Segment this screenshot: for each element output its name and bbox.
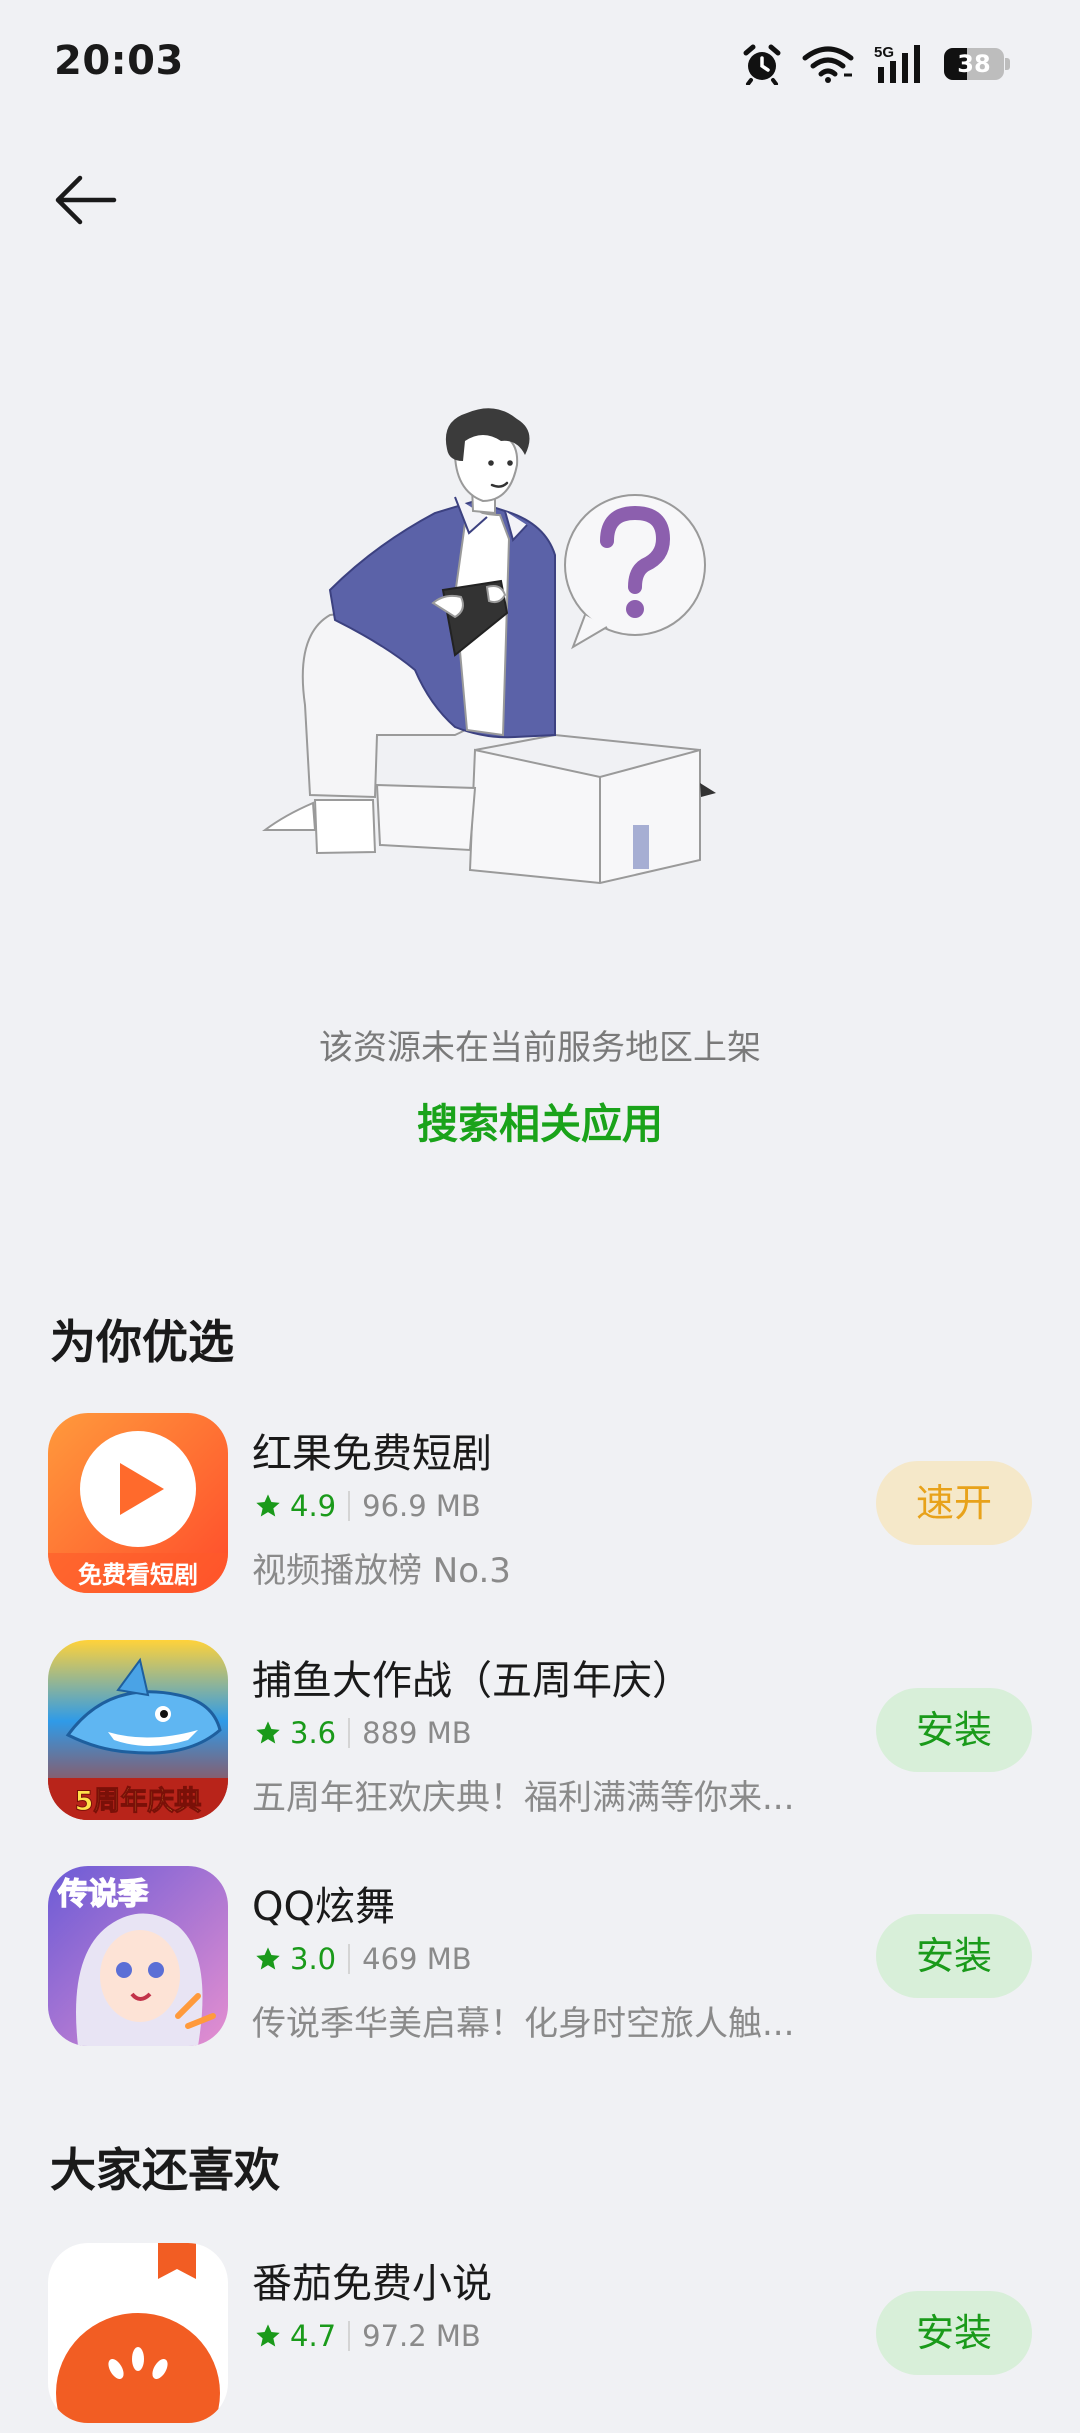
app-meta: 3.0 469 MB — [254, 1942, 472, 1976]
app-item-qq-dance[interactable]: 传说季 QQ炫舞 3.0 469 MB 传说季华美启幕！化身时空旅人触... 安… — [0, 1866, 1080, 2056]
app-icon-text: 免费看短剧 — [78, 1561, 198, 1589]
app-name: 红果免费短剧 — [252, 1431, 492, 1477]
app-name: 番茄免费小说 — [252, 2261, 492, 2307]
empty-state-illustration — [255, 405, 815, 905]
app-icon-hongguo[interactable]: 免费看短剧 — [48, 1413, 228, 1593]
network-type: 5G — [874, 44, 894, 61]
meta-divider — [348, 2321, 351, 2351]
app-icon-fishing[interactable]: 5周年庆典 — [48, 1640, 228, 1820]
app-description: 视频播放榜 No.3 — [252, 1551, 511, 1591]
battery-icon: 38 — [944, 48, 1010, 80]
app-description: 传说季华美启幕！化身时空旅人触... — [252, 2004, 795, 2044]
battery-level: 38 — [957, 50, 991, 78]
app-item-fishing[interactable]: 5周年庆典 捕鱼大作战（五周年庆） 3.6 889 MB 五周年狂欢庆典！福利满… — [0, 1640, 1080, 1830]
app-meta: 4.7 97.2 MB — [254, 2319, 481, 2353]
app-item-hongguo[interactable]: 免费看短剧 红果免费短剧 4.9 96.9 MB 视频播放榜 No.3 速开 — [0, 1413, 1080, 1603]
back-arrow-icon — [55, 175, 117, 225]
status-icons: 5G 38 — [742, 40, 1010, 88]
app-name: QQ炫舞 — [252, 1884, 395, 1930]
quick-open-button[interactable]: 速开 — [876, 1461, 1032, 1545]
app-size: 96.9 MB — [362, 1489, 481, 1523]
install-button[interactable]: 安装 — [876, 1914, 1032, 1998]
empty-state-message: 该资源未在当前服务地区上架 — [319, 1028, 761, 1068]
app-description: 五周年狂欢庆典！福利满满等你来... — [252, 1778, 795, 1818]
section-title-recommended: 为你优选 — [50, 1315, 234, 1369]
app-size: 97.2 MB — [362, 2319, 481, 2353]
section-title-also-like: 大家还喜欢 — [50, 2143, 280, 2197]
meta-divider — [348, 1944, 351, 1974]
star-icon — [256, 1947, 280, 1970]
star-icon — [256, 1721, 280, 1744]
star-icon — [256, 2324, 280, 2347]
app-meta: 4.9 96.9 MB — [254, 1489, 481, 1523]
app-icon-qq-dance[interactable]: 传说季 — [48, 1866, 228, 2046]
alarm-icon — [743, 44, 781, 85]
signal-icon: 5G — [874, 44, 920, 83]
install-button[interactable]: 安装 — [876, 2291, 1032, 2375]
app-size: 469 MB — [362, 1942, 472, 1976]
app-rating: 3.6 — [290, 1716, 337, 1750]
app-rating: 4.7 — [290, 2319, 337, 2353]
status-time: 20:03 — [54, 38, 184, 84]
app-meta: 3.6 889 MB — [254, 1716, 472, 1750]
back-button[interactable] — [44, 160, 124, 240]
meta-divider — [348, 1491, 351, 1521]
wifi-icon — [802, 46, 854, 83]
app-rating: 3.0 — [290, 1942, 337, 1976]
status-bar: 20:03 5G 38 — [0, 0, 1080, 130]
star-icon — [256, 1494, 280, 1517]
app-name: 捕鱼大作战（五周年庆） — [252, 1658, 692, 1704]
app-rating: 4.9 — [290, 1489, 337, 1523]
install-button[interactable]: 安装 — [876, 1688, 1032, 1772]
app-icon-text: 5周年庆典 — [75, 1785, 202, 1817]
app-size: 889 MB — [362, 1716, 472, 1750]
app-icon-fanqie[interactable] — [48, 2243, 228, 2423]
search-related-apps-link[interactable]: 搜索相关应用 — [0, 1090, 1080, 1150]
meta-divider — [348, 1718, 351, 1748]
app-item-fanqie[interactable]: 番茄免费小说 4.7 97.2 MB 安装 — [0, 2243, 1080, 2433]
app-icon-text: 传说季 — [57, 1877, 148, 1912]
